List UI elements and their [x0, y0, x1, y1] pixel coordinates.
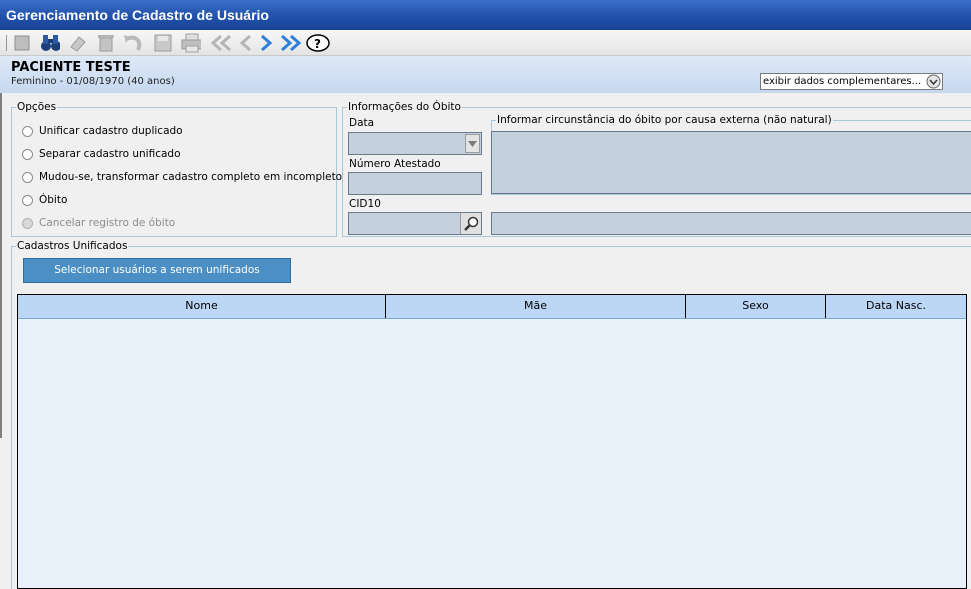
cid10-field[interactable]: [348, 212, 482, 235]
radio-moved[interactable]: [22, 171, 33, 183]
search-icon: [464, 216, 479, 231]
option-death[interactable]: Óbito: [22, 193, 67, 207]
svg-text:?: ?: [314, 37, 321, 51]
frame-edge: [0, 93, 2, 438]
radio-separate[interactable]: [22, 148, 33, 160]
help-icon[interactable]: ?: [306, 33, 330, 53]
radio-cancel-death: [22, 217, 33, 229]
option-cancel-death-label: Cancelar registro de óbito: [39, 217, 176, 229]
save-icon[interactable]: [153, 33, 173, 53]
date-dropdown-button[interactable]: [465, 134, 480, 153]
eraser-icon[interactable]: [68, 33, 88, 53]
column-mae[interactable]: Mãe: [386, 295, 686, 318]
next-icon[interactable]: [256, 33, 276, 53]
option-separate-label: Separar cadastro unificado: [39, 148, 181, 160]
unified-table: Nome Mãe Sexo Data Nasc.: [17, 294, 967, 589]
certificate-field[interactable]: [348, 172, 482, 195]
option-moved[interactable]: Mudou-se, transformar cadastro completo …: [22, 170, 342, 184]
table-header: Nome Mãe Sexo Data Nasc.: [18, 295, 966, 319]
death-info-legend: Informações do Óbito: [348, 101, 461, 113]
cid10-label: CID10: [349, 198, 381, 210]
undo-icon[interactable]: [122, 33, 142, 53]
cid10-search-button[interactable]: [460, 213, 481, 234]
previous-icon[interactable]: [236, 33, 256, 53]
radio-death[interactable]: [22, 194, 33, 206]
unified-legend: Cadastros Unificados: [17, 240, 128, 252]
trash-icon[interactable]: [96, 33, 116, 53]
binoculars-icon[interactable]: [40, 33, 60, 53]
complement-select[interactable]: exibir dados complementares...: [760, 73, 943, 90]
column-data-nasc[interactable]: Data Nasc.: [826, 295, 966, 318]
cid10-description-field[interactable]: [491, 212, 971, 235]
chevron-down-icon: [468, 140, 477, 147]
option-unify[interactable]: Unificar cadastro duplicado: [22, 124, 183, 138]
external-cause-legend: Informar circunstância do óbito por caus…: [497, 114, 832, 126]
toolbar-grip: [4, 33, 8, 53]
options-legend: Opções: [17, 101, 57, 113]
option-separate[interactable]: Separar cadastro unificado: [22, 147, 181, 161]
radio-unify[interactable]: [22, 125, 33, 137]
first-icon[interactable]: [210, 33, 234, 53]
patient-details: Feminino - 01/08/1970 (40 anos): [11, 76, 175, 87]
date-field[interactable]: [348, 132, 482, 155]
option-moved-label: Mudou-se, transformar cadastro completo …: [39, 171, 343, 183]
certificate-label: Número Atestado: [349, 158, 441, 170]
chevron-down-icon[interactable]: [925, 74, 941, 89]
select-users-button[interactable]: Selecionar usuários a serem unificados: [23, 258, 291, 283]
last-icon[interactable]: [278, 33, 302, 53]
window-title: Gerenciamento de Cadastro de Usuário: [0, 0, 971, 30]
column-nome[interactable]: Nome: [18, 295, 386, 318]
option-cancel-death: Cancelar registro de óbito: [22, 216, 175, 230]
column-sexo[interactable]: Sexo: [686, 295, 826, 318]
new-icon[interactable]: [12, 33, 32, 53]
toolbar: ?: [0, 30, 971, 56]
print-icon[interactable]: [181, 33, 201, 53]
date-label: Data: [349, 117, 375, 129]
option-unify-label: Unificar cadastro duplicado: [39, 125, 183, 137]
option-death-label: Óbito: [39, 194, 68, 206]
external-cause-textarea[interactable]: [491, 131, 971, 194]
patient-name: PACIENTE TESTE: [11, 60, 131, 75]
complement-select-label: exibir dados complementares...: [763, 76, 922, 87]
